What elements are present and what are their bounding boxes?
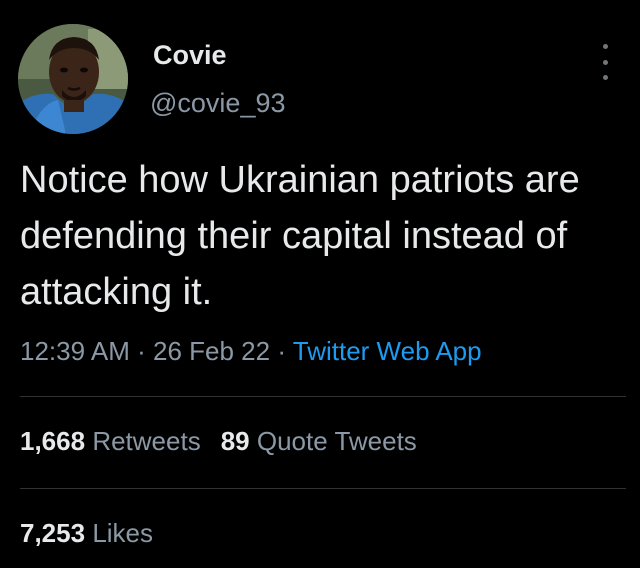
more-dot	[602, 75, 608, 80]
display-name[interactable]: Covie	[153, 40, 227, 71]
tweet-text: Notice how Ukrainian patriots are defend…	[20, 159, 580, 313]
tweet-source-link[interactable]: Twitter Web App	[293, 336, 482, 366]
user-handle[interactable]: @covie_93	[150, 88, 286, 119]
engagement-row: 1,668 Retweets 89 Quote Tweets	[20, 426, 417, 457]
more-dot	[602, 44, 608, 49]
quote-tweets-label: Quote Tweets	[256, 426, 417, 456]
more-vertical-icon[interactable]	[594, 44, 616, 80]
tweet-meta: 12:39 AM · 26 Feb 22 · Twitter Web App	[20, 336, 482, 367]
avatar[interactable]	[18, 24, 128, 134]
meta-separator: ·	[277, 336, 286, 366]
likes-stat[interactable]: 7,253 Likes	[20, 518, 153, 548]
meta-separator: ·	[137, 336, 146, 366]
quote-tweets-stat[interactable]: 89 Quote Tweets	[221, 426, 417, 456]
retweets-stat[interactable]: 1,668 Retweets	[20, 426, 201, 456]
retweets-label: Retweets	[92, 426, 201, 456]
retweets-count: 1,668	[20, 426, 86, 456]
likes-label: Likes	[92, 518, 154, 548]
divider	[20, 488, 626, 489]
more-dot	[602, 59, 608, 65]
likes-count: 7,253	[20, 518, 86, 548]
likes-row: 7,253 Likes	[20, 518, 153, 549]
tweet-time[interactable]: 12:39 AM	[20, 336, 130, 366]
divider	[20, 396, 626, 397]
quote-tweets-count: 89	[220, 426, 250, 456]
tweet-detail: Covie @covie_93 Notice how Ukrainian pat…	[0, 0, 640, 568]
tweet-date[interactable]: 26 Feb 22	[153, 336, 270, 366]
